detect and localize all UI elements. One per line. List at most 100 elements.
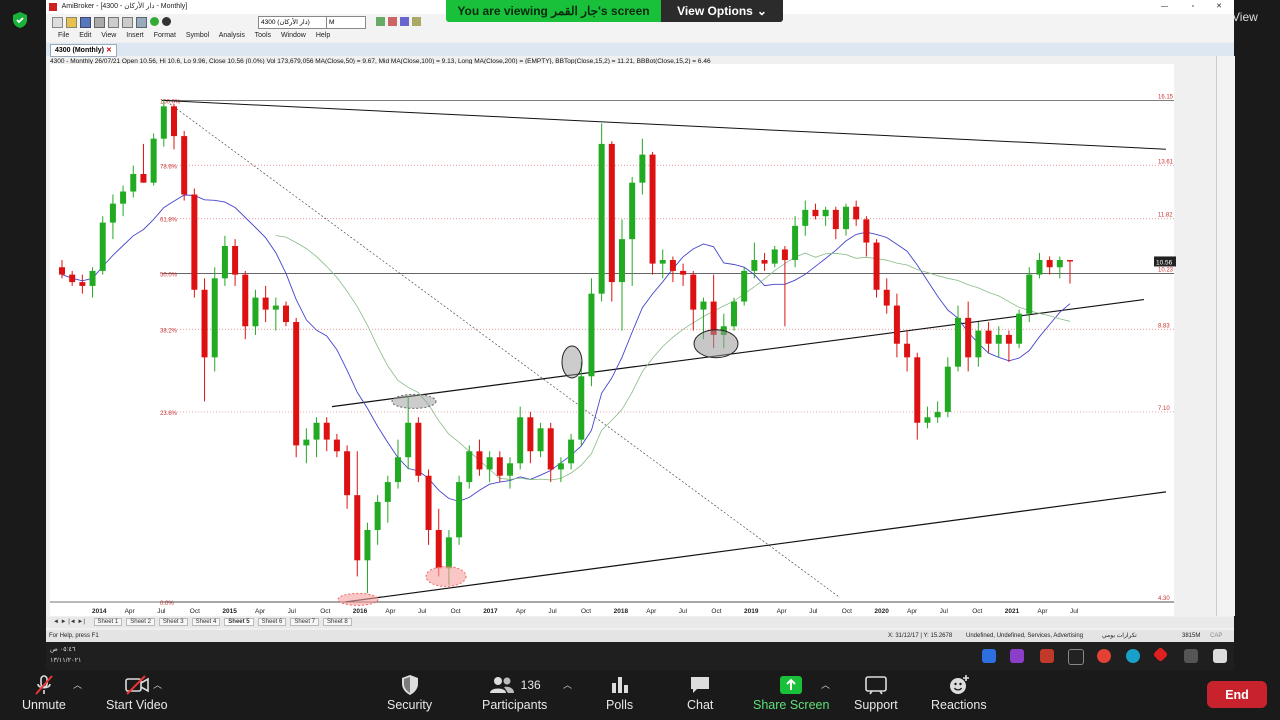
chrome-icon[interactable]: [1097, 649, 1111, 663]
sheet-nav-icon[interactable]: ◄ ► |◄ ►|: [50, 619, 88, 625]
sheet-tab-1[interactable]: Sheet 1: [93, 618, 123, 626]
candle-body-63: [700, 301, 707, 310]
status-help: For Help, press F1: [49, 633, 99, 639]
candle-body-85: [924, 417, 931, 423]
bar-tool-icon[interactable]: [388, 17, 397, 26]
candle-body-67: [741, 270, 748, 302]
fib-label-5: 23.6%: [160, 411, 178, 417]
info-icon[interactable]: [162, 17, 171, 26]
participants-chevron-icon[interactable]: ︿: [563, 678, 572, 691]
status-lang: تكرارات يومي: [1102, 633, 1137, 639]
low-ellipse-1: [337, 592, 379, 606]
menu-insert[interactable]: Insert: [126, 32, 144, 39]
fib-label-1: 78.6%: [160, 164, 178, 170]
menu-view[interactable]: View: [101, 32, 116, 39]
view-label: View: [1232, 10, 1258, 24]
undo-icon[interactable]: [136, 17, 147, 28]
menu-analysis[interactable]: Analysis: [219, 32, 245, 39]
chat-button[interactable]: Chat: [687, 674, 713, 712]
x-tick-17: Apr: [646, 608, 657, 615]
candle-body-10: [160, 106, 167, 139]
share-screen-chevron-icon[interactable]: ︿: [821, 678, 830, 691]
end-meeting-button[interactable]: End: [1207, 681, 1267, 708]
candle-body-81: [883, 289, 890, 306]
candle-body-82: [893, 305, 900, 344]
menu-edit[interactable]: Edit: [79, 32, 91, 39]
candle-body-83: [904, 343, 911, 358]
start-video-label: Start Video: [106, 698, 168, 712]
amibroker-app-icon[interactable]: [1010, 649, 1024, 663]
sheet-tab-7[interactable]: Sheet 7: [290, 618, 320, 626]
candle-body-62: [690, 274, 697, 310]
candle-body-94: [1016, 313, 1023, 344]
chart-tool-icon[interactable]: [376, 17, 385, 26]
sheet-tab-4[interactable]: Sheet 4: [191, 618, 221, 626]
save-icon[interactable]: [80, 17, 91, 28]
minimize-button[interactable]: —: [1161, 0, 1168, 14]
menu-symbol[interactable]: Symbol: [186, 32, 209, 39]
view-options-button[interactable]: View Options ⌄: [661, 0, 783, 22]
sheet-tab-6[interactable]: Sheet 6: [257, 618, 287, 626]
video-off-icon: [125, 675, 149, 695]
end-label: End: [1225, 687, 1249, 702]
sheet-tab-2[interactable]: Sheet 2: [126, 618, 155, 626]
polls-button[interactable]: Polls: [606, 674, 633, 712]
security-button[interactable]: Security: [387, 674, 432, 712]
candle-body-9: [150, 138, 157, 183]
bolt-app-icon[interactable]: [1068, 649, 1084, 665]
windows-taskbar: ٠٥:٤٦ ص ١٣/١١/٢٠٢١: [46, 642, 1234, 670]
candle-body-4: [99, 222, 106, 271]
close-tab-icon[interactable]: ✕: [106, 47, 112, 54]
x-tick-10: Jul: [418, 608, 427, 615]
print-icon[interactable]: [94, 17, 105, 28]
unmute-button[interactable]: Unmute: [22, 674, 66, 712]
new-icon[interactable]: [52, 17, 63, 28]
line-tool-icon[interactable]: [400, 17, 409, 26]
menu-help[interactable]: Help: [316, 32, 330, 39]
edge-icon[interactable]: [1126, 649, 1140, 663]
zoom-security-shield-icon[interactable]: [12, 11, 28, 34]
chat-label: Chat: [687, 698, 714, 712]
candle-body-20: [262, 297, 269, 310]
x-tick-26: Jul: [940, 608, 949, 615]
candle-body-40: [466, 451, 473, 483]
x-tick-27: Oct: [972, 608, 982, 615]
copy-icon[interactable]: [122, 17, 133, 28]
participants-icon: [489, 677, 514, 693]
zoom-tool-icon[interactable]: [412, 17, 421, 26]
symbol-combo[interactable]: 4300 (دار الأركان): [258, 16, 328, 29]
candle-body-49: [557, 463, 564, 470]
share-screen-button[interactable]: Share Screen: [753, 674, 829, 712]
fib-price-label-6: 4.30: [1158, 596, 1170, 602]
x-tick-22: Jul: [809, 608, 818, 615]
menu-tools[interactable]: Tools: [255, 32, 271, 39]
candle-body-44: [507, 463, 513, 476]
sheet-tab-8[interactable]: Sheet 8: [323, 618, 352, 626]
open-icon[interactable]: [66, 17, 77, 28]
media-app-icon[interactable]: [1040, 649, 1054, 663]
close-window-button[interactable]: ✕: [1216, 0, 1222, 14]
video-options-chevron-icon[interactable]: ︿: [153, 678, 162, 691]
menu-format[interactable]: Format: [154, 32, 176, 39]
candle-body-46: [527, 417, 534, 452]
windows-start-icon[interactable]: [1213, 649, 1227, 663]
audio-options-chevron-icon[interactable]: ︿: [73, 678, 82, 691]
sheet-tab-5[interactable]: Sheet 5: [224, 618, 254, 626]
menu-window[interactable]: Window: [281, 32, 306, 39]
zoom-app-icon[interactable]: [982, 649, 996, 663]
candle-body-59: [659, 260, 666, 264]
maximize-button[interactable]: ▫: [1192, 0, 1194, 14]
fib-label-3: 50.0%: [160, 272, 178, 278]
interval-combo[interactable]: M: [326, 16, 366, 29]
sheet-tab-3[interactable]: Sheet 3: [158, 618, 188, 626]
cut-icon[interactable]: [108, 17, 119, 28]
chevron-down-icon: ⌄: [756, 4, 767, 18]
reactions-button[interactable]: Reactions: [931, 674, 987, 712]
participants-button[interactable]: 136 Participants: [482, 674, 547, 712]
menu-file[interactable]: File: [58, 32, 69, 39]
candle-body-92: [995, 334, 1002, 344]
taskview-icon[interactable]: [1184, 649, 1198, 663]
price-chart[interactable]: 100.0%16.1578.6%13.6161.8%11.8250.0%10.2…: [50, 64, 1180, 616]
support-button[interactable]: Support: [854, 674, 898, 712]
play-icon[interactable]: [150, 17, 159, 26]
